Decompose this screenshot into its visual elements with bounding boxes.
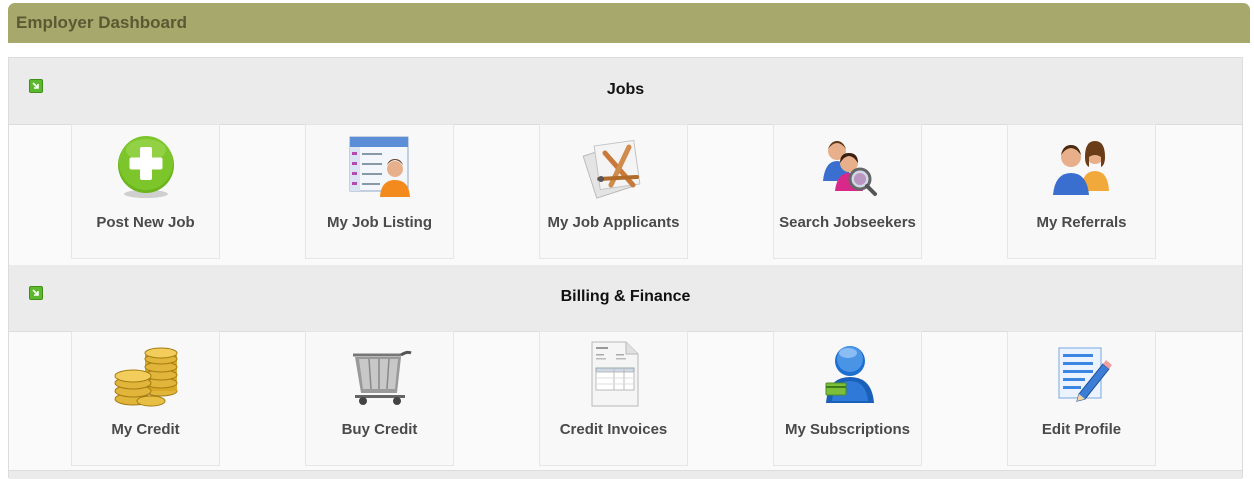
tile-search-jobseekers[interactable]: Search Jobseekers: [773, 124, 922, 259]
tile-label: My Subscriptions: [784, 421, 911, 438]
billing-tiles-row: My Credit Buy Credit Credit Invoices My …: [9, 331, 1242, 472]
tile-label: Credit Invoices: [559, 421, 668, 438]
tile-credit-invoices[interactable]: Credit Invoices: [539, 331, 688, 466]
tile-my-job-listing[interactable]: My Job Listing: [305, 124, 454, 259]
section-header-billing: Billing & Finance: [9, 265, 1242, 332]
tile-my-job-applicants[interactable]: My Job Applicants: [539, 124, 688, 259]
section-title-billing: Billing & Finance: [560, 288, 691, 305]
applicants-icon: [577, 133, 651, 201]
tile-edit-profile[interactable]: Edit Profile: [1007, 331, 1156, 466]
tile-label: Edit Profile: [1041, 421, 1122, 438]
dashboard-title-bar: Employer Dashboard: [8, 3, 1250, 43]
tile-my-referrals[interactable]: My Referrals: [1007, 124, 1156, 259]
subscriptions-icon: [811, 340, 885, 408]
jobs-tiles-row: Post New Job My Job Listing My Job Appli…: [9, 124, 1242, 265]
tile-post-new-job[interactable]: Post New Job: [71, 124, 220, 259]
tile-label: Search Jobseekers: [779, 214, 916, 231]
coins-icon: [109, 340, 183, 408]
plus-circle-icon: [109, 133, 183, 201]
cart-icon: [343, 340, 417, 408]
tile-label: Buy Credit: [341, 421, 418, 438]
edit-profile-icon: [1045, 340, 1119, 408]
dashboard-title: Employer Dashboard: [16, 13, 187, 32]
job-listing-icon: [343, 133, 417, 201]
tile-label: My Job Listing: [327, 214, 432, 231]
search-people-icon: [811, 133, 885, 201]
tile-label: My Job Applicants: [547, 214, 680, 231]
invoice-icon: [577, 340, 651, 408]
tile-label: Post New Job: [96, 214, 195, 231]
referrals-icon: [1045, 133, 1119, 201]
tile-my-subscriptions[interactable]: My Subscriptions: [773, 331, 922, 466]
section-title-jobs: Jobs: [606, 81, 645, 98]
section-header-jobs: Jobs: [9, 58, 1242, 125]
tile-label: My Credit: [111, 421, 180, 438]
tile-buy-credit[interactable]: Buy Credit: [305, 331, 454, 466]
tile-label: My Referrals: [1036, 214, 1127, 231]
tile-my-credit[interactable]: My Credit: [71, 331, 220, 466]
